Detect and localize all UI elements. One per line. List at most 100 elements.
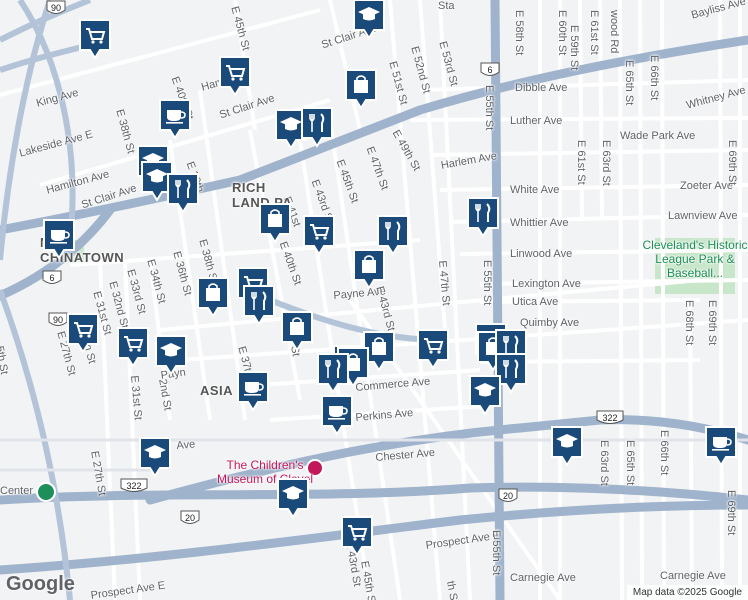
- street-label-dibble: Dibble Ave: [515, 82, 568, 94]
- marker-school-35[interactable]: [550, 425, 584, 469]
- graduation-cap-icon: [139, 437, 171, 478]
- coffee-cup-icon: [705, 426, 737, 467]
- marker-shopping-10[interactable]: [258, 202, 292, 246]
- street-label-e68: E 68th St: [683, 300, 695, 346]
- street-label-quimby: Quimby Ave: [520, 317, 580, 329]
- svg-text:6: 6: [49, 273, 54, 283]
- street-label-wade-park: Wade Park Ave: [620, 130, 696, 142]
- shopping-bag-icon: [281, 311, 313, 352]
- street-label-e65-2: E 65th St: [624, 440, 636, 486]
- marker-cafe-34[interactable]: [236, 370, 270, 414]
- street-label-chester-ave-stub: Ave: [176, 438, 196, 452]
- area-label-asiatown: ASIA: [200, 383, 234, 398]
- marker-school-2[interactable]: [352, 0, 386, 42]
- marker-school-38[interactable]: [276, 477, 310, 521]
- street-label-lawnview: Lawnview Ave: [668, 210, 738, 222]
- shopping-bag-icon: [197, 277, 229, 318]
- coffee-cup-icon: [43, 219, 75, 260]
- shopping-bag-icon: [353, 249, 385, 290]
- svg-text:6: 6: [487, 65, 492, 75]
- marker-cafe-33[interactable]: [320, 394, 354, 438]
- marker-shopping-19[interactable]: [280, 310, 314, 354]
- street-label-e61-2: E 61st St: [575, 140, 587, 185]
- street-label-e69-1: E 69th St: [706, 300, 718, 346]
- marker-grocery-1[interactable]: [218, 55, 252, 99]
- shopping-cart-icon: [417, 329, 449, 370]
- shopping-bag-icon: [345, 69, 377, 110]
- route-shield-i90-a: 90: [46, 0, 68, 16]
- shopping-cart-icon: [67, 313, 99, 354]
- park-label-league-park: Cleveland's Historic League Park & Baseb…: [642, 238, 748, 280]
- marker-restaurant-13[interactable]: [466, 196, 500, 240]
- marker-grocery-39[interactable]: [340, 515, 374, 559]
- street-label-e61-1: E 61st St: [588, 10, 600, 55]
- marker-grocery-21[interactable]: [116, 326, 150, 370]
- shopping-cart-icon: [303, 215, 335, 256]
- shopping-cart-icon: [117, 327, 149, 368]
- graduation-cap-icon: [551, 426, 583, 467]
- street-label-e55-2: E 55th St: [481, 260, 493, 306]
- shopping-cart-icon: [79, 19, 111, 60]
- marker-cafe-4[interactable]: [158, 98, 192, 142]
- marker-grocery-11[interactable]: [302, 214, 336, 258]
- street-label-linwood: Linwood Ave: [510, 248, 573, 260]
- fork-knife-icon: [317, 353, 349, 394]
- street-label-white: White Ave: [510, 184, 560, 196]
- street-label-e66-1: E 66th St: [648, 55, 660, 101]
- street-label-luther: Luther Ave: [510, 115, 563, 127]
- graduation-cap-icon: [469, 375, 501, 416]
- street-label-st-label: Sta: [438, 0, 455, 12]
- street-label-e69-2: E 69th St: [726, 140, 738, 186]
- graduation-cap-icon: [155, 335, 187, 376]
- map-attribution[interactable]: Map data ©2025 Google: [626, 585, 748, 600]
- svg-text:20: 20: [185, 513, 195, 523]
- coffee-cup-icon: [237, 371, 269, 412]
- marker-school-22[interactable]: [154, 334, 188, 378]
- street-label-wood-rd: wood Rd: [608, 10, 620, 54]
- marker-school-32[interactable]: [468, 374, 502, 418]
- shopping-cart-icon: [341, 516, 373, 557]
- street-label-e66-2: E 66th St: [658, 430, 670, 476]
- marker-shopping-15[interactable]: [352, 248, 386, 292]
- fork-knife-icon: [243, 285, 275, 326]
- street-label-e60: E 60th St: [556, 10, 568, 56]
- svg-text:322: 322: [602, 413, 617, 423]
- coffee-cup-icon: [159, 99, 191, 140]
- svg-text:20: 20: [503, 491, 513, 501]
- coffee-cup-icon: [321, 395, 353, 436]
- route-shield-us20-a: 20: [498, 488, 520, 504]
- marker-school-37[interactable]: [138, 436, 172, 480]
- marker-restaurant-9[interactable]: [166, 172, 200, 216]
- marker-grocery-20[interactable]: [66, 312, 100, 356]
- street-label-lexington: Lexington Ave: [512, 278, 581, 290]
- route-shield-us322-a: 322: [596, 410, 624, 426]
- svg-text:90: 90: [51, 3, 61, 13]
- marker-cafe-14[interactable]: [42, 218, 76, 262]
- marker-grocery-0[interactable]: [78, 18, 112, 62]
- street-label-center: Center: [0, 485, 34, 497]
- street-label-whittier: Whittier Ave: [510, 217, 569, 229]
- street-label-utica: Utica Ave: [512, 296, 559, 308]
- street-label-e63-2: E 63rd St: [598, 440, 610, 486]
- fork-knife-icon: [301, 107, 333, 148]
- svg-text:90: 90: [53, 315, 63, 325]
- marker-shopping-18[interactable]: [196, 276, 230, 320]
- map-canvas[interactable]: St Clair Ave St Clair Ave St Clair Ave King…: [0, 0, 748, 600]
- marker-cafe-36[interactable]: [704, 425, 738, 469]
- graduation-cap-icon: [277, 478, 309, 519]
- marker-restaurant-17[interactable]: [242, 284, 276, 328]
- street-label-e55-3: E 55th St: [490, 530, 502, 576]
- street-label-e55-1: E 55th St: [483, 85, 495, 131]
- marker-restaurant-6[interactable]: [300, 106, 334, 150]
- route-shield-us322-b: 322: [120, 478, 148, 494]
- shopping-cart-icon: [219, 56, 251, 97]
- marker-restaurant-30[interactable]: [316, 352, 350, 396]
- route-shield-us6-a: 6: [480, 62, 502, 78]
- route-shield-us20-b: 20: [180, 510, 202, 526]
- street-label-e59: E 59th St: [568, 25, 580, 71]
- marker-grocery-26[interactable]: [416, 328, 450, 372]
- marker-shopping-3[interactable]: [344, 68, 378, 112]
- shopping-bag-icon: [259, 203, 291, 244]
- graduation-cap-icon: [353, 0, 385, 40]
- center-landmark-icon: [36, 482, 56, 502]
